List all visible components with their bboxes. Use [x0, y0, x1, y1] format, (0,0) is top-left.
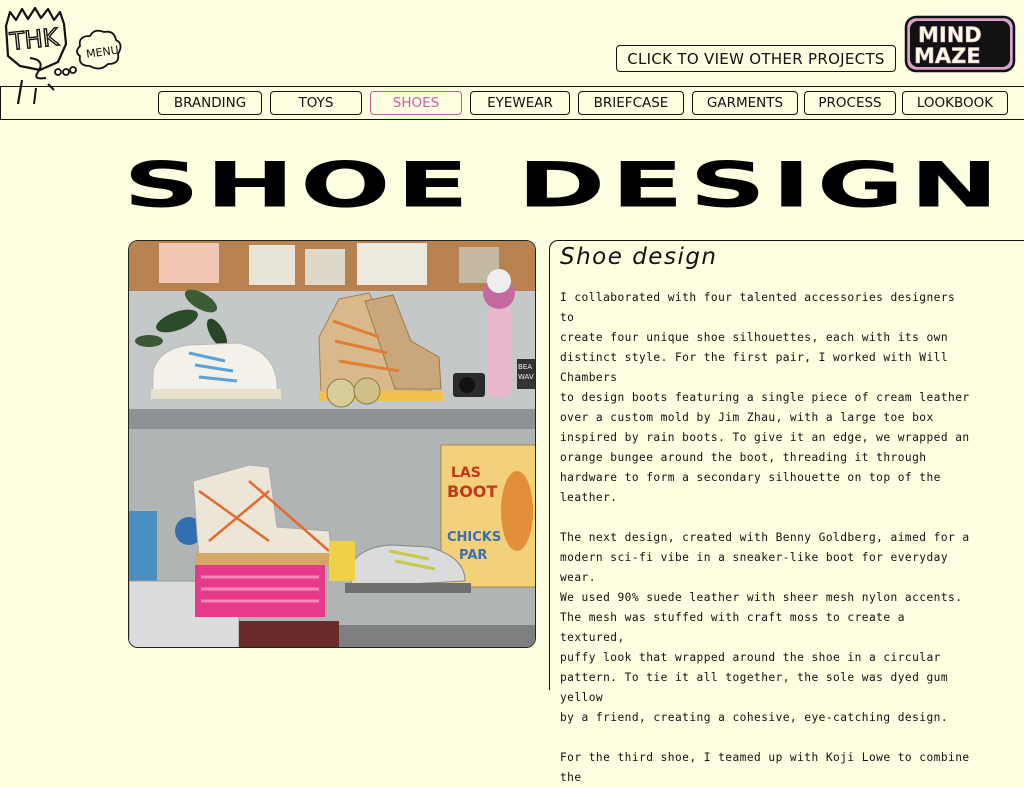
- page-title: SHOE DESIGN: [122, 148, 1004, 222]
- nav-garments[interactable]: GARMENTS: [692, 91, 798, 115]
- nav-lookbook[interactable]: LOOKBOOK: [902, 91, 1008, 115]
- nav-toys[interactable]: TOYS: [270, 91, 362, 115]
- svg-text:PAR: PAR: [459, 548, 487, 563]
- svg-text:CHICKS: CHICKS: [447, 530, 501, 545]
- shoe-display-photo: BEA WAV LAS BOOT CHICKS PAR: [128, 240, 536, 648]
- svg-text:BOOT: BOOT: [447, 482, 497, 501]
- mind-maze-logo[interactable]: MIND MAZE: [904, 15, 1016, 73]
- menu-button[interactable]: MENU: [76, 29, 122, 70]
- nav-process[interactable]: PROCESS: [804, 91, 896, 115]
- nav-eyewear[interactable]: EYEWEAR: [470, 91, 570, 115]
- svg-text:LAS: LAS: [451, 465, 481, 481]
- category-nav: BRANDING TOYS SHOES EYEWEAR BRIEFCASE GA…: [0, 86, 1024, 120]
- article-body: I collaborated with four talented access…: [560, 291, 970, 784]
- logo-letters: THK: [8, 23, 61, 56]
- nav-branding[interactable]: BRANDING: [158, 91, 262, 115]
- logo-word-maze: MAZE: [914, 44, 981, 68]
- article-panel: Shoe design I collaborated with four tal…: [549, 240, 1024, 784]
- nav-shoes[interactable]: SHOES: [370, 91, 462, 115]
- article-heading: Shoe design: [560, 244, 718, 270]
- svg-text:BEA: BEA: [518, 363, 532, 371]
- nav-briefcase[interactable]: BRIEFCASE: [578, 91, 684, 115]
- view-other-projects-button[interactable]: CLICK TO VIEW OTHER PROJECTS: [616, 45, 896, 72]
- svg-text:WAV: WAV: [518, 373, 534, 381]
